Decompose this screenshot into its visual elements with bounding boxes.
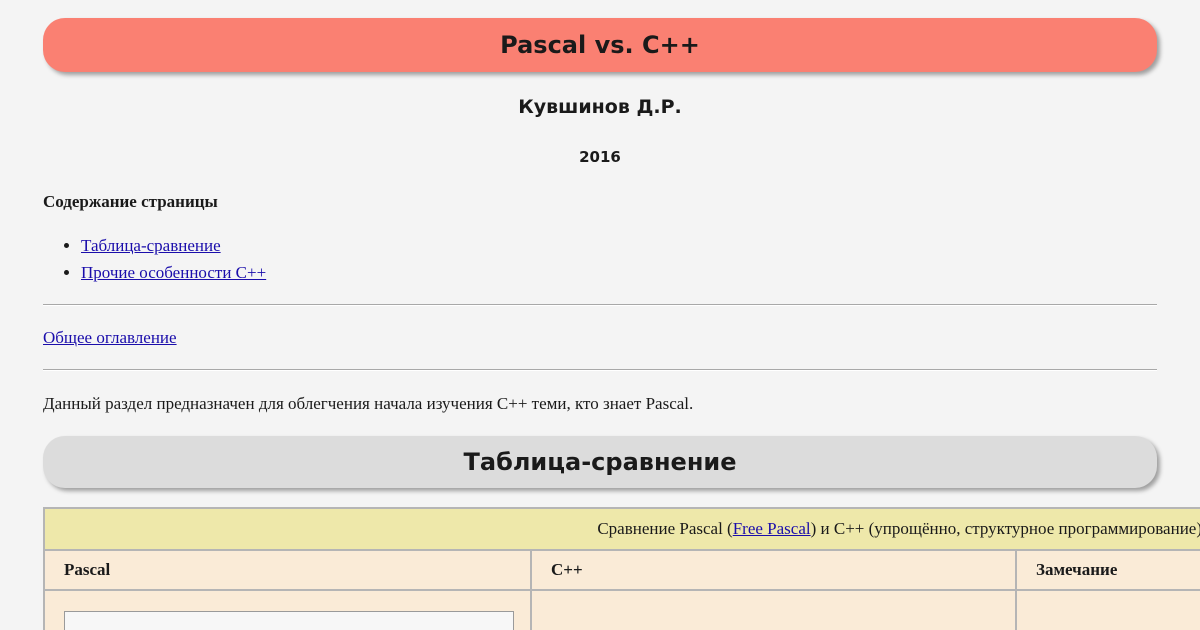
table-row	[45, 591, 1200, 630]
code-block	[64, 611, 514, 630]
general-toc-container: Общее оглавление	[43, 328, 177, 348]
divider	[43, 369, 1157, 371]
comparison-table: Сравнение Pascal (Free Pascal) и C++ (уп…	[43, 507, 1200, 630]
toc-link-other-features[interactable]: Прочие особенности C++	[81, 263, 266, 282]
toc-heading: Содержание страницы	[43, 192, 218, 211]
column-header-cpp: C++	[532, 551, 1017, 589]
page-title: Pascal vs. C++	[43, 18, 1157, 72]
toc-item: Прочие особенности C++	[81, 261, 266, 288]
column-header-note: Замечание	[1036, 560, 1118, 579]
table-cell-pascal	[45, 591, 532, 630]
table-cell-note	[1017, 591, 1200, 630]
caption-text-start: Сравнение Pascal (	[597, 519, 733, 538]
table-caption: Сравнение Pascal (Free Pascal) и C++ (уп…	[45, 509, 1200, 551]
table-cell-cpp	[532, 591, 1017, 630]
column-header-pascal: Pascal	[45, 551, 532, 589]
author-name: Кувшинов Д.Р.	[518, 96, 682, 118]
toc-item: Таблица-сравнение	[81, 234, 266, 261]
general-toc-link[interactable]: Общее оглавление	[43, 328, 177, 347]
intro-paragraph: Данный раздел предназначен для облегчени…	[43, 394, 694, 413]
caption-text-end: ) и C++ (упрощённо, структурное программ…	[810, 519, 1200, 538]
table-header-row: Pascal C++ Замечание	[45, 551, 1200, 591]
publication-year: 2016	[579, 148, 621, 166]
section-heading-comparison: Таблица-сравнение	[43, 436, 1157, 488]
toc-list: Таблица-сравнение Прочие особенности C++	[43, 234, 266, 288]
free-pascal-link[interactable]: Free Pascal	[733, 519, 811, 539]
divider	[43, 304, 1157, 306]
toc-link-comparison-table[interactable]: Таблица-сравнение	[81, 236, 221, 255]
